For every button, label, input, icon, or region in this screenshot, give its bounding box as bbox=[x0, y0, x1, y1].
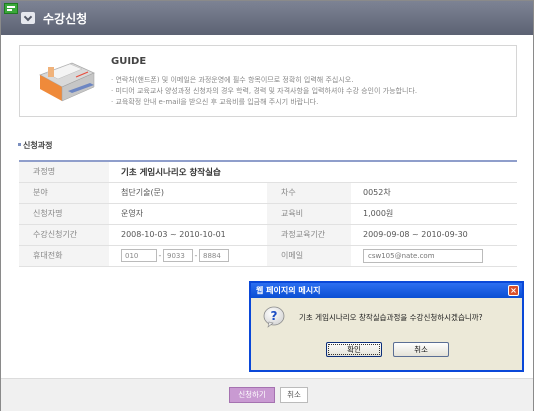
dialog-message: 기초 게임시나리오 창작실습과정을 수강신청하시겠습니까? bbox=[299, 313, 483, 322]
applicant-label: 신청자명 bbox=[19, 203, 109, 225]
question-icon: ? bbox=[263, 306, 285, 328]
close-icon[interactable]: × bbox=[508, 285, 519, 296]
phone-label: 휴대전화 bbox=[19, 245, 109, 267]
course-name: 기초 게임시나리오 창작실습 bbox=[121, 167, 221, 178]
apply-period-label: 수강신청기간 bbox=[19, 224, 109, 246]
phone-input-2[interactable]: 9033 bbox=[163, 249, 193, 262]
round-value: 0052차 bbox=[351, 182, 517, 204]
field-value: 첨단기술(문) bbox=[109, 182, 267, 204]
ie-green-page-icon bbox=[4, 3, 18, 14]
course-period-value: 2009-09-08 ~ 2010-09-30 bbox=[351, 224, 517, 246]
applicant-value: 운영자 bbox=[109, 203, 267, 225]
phone-field: 010-9033-8884 bbox=[109, 245, 267, 267]
course-label: 과정명 bbox=[19, 161, 109, 183]
chevron-down-icon bbox=[21, 12, 35, 24]
fee-label: 교육비 bbox=[267, 203, 351, 225]
application-form-table: 과정명 기초 게임시나리오 창작실습 분야 첨단기술(문) 차수 0052차 신… bbox=[19, 160, 517, 267]
round-label: 차수 bbox=[267, 182, 351, 204]
document-stack-icon bbox=[39, 62, 95, 102]
table-row: 신청자명 운영자 교육비 1,000원 bbox=[19, 203, 517, 225]
table-row: 휴대전화 010-9033-8884 이메일 csw105@nate.com bbox=[19, 245, 517, 267]
guide-box: GUIDE · 연락처(핸드폰) 및 이메일은 과정운영에 필수 항목이므로 정… bbox=[19, 45, 517, 117]
section-title: 신청과정 bbox=[23, 141, 53, 150]
course-value: 기초 게임시나리오 창작실습 bbox=[109, 161, 517, 183]
phone-input-3[interactable]: 8884 bbox=[199, 249, 229, 262]
course-period-label: 과정교육기간 bbox=[267, 224, 351, 246]
section-bullet-icon bbox=[18, 143, 21, 146]
email-label: 이메일 bbox=[267, 245, 351, 267]
phone-input-1[interactable]: 010 bbox=[121, 249, 157, 262]
browser-window: 수강신청 GUIDE · 연락처(핸드폰) 및 이메일은 과정운영에 필수 항목… bbox=[0, 0, 534, 411]
dialog-cancel-button[interactable]: 취소 bbox=[393, 342, 449, 357]
table-row: 수강신청기간 2008-10-03 ~ 2010-10-01 과정교육기간 20… bbox=[19, 224, 517, 246]
guide-title: GUIDE bbox=[111, 56, 147, 67]
svg-text:?: ? bbox=[271, 309, 278, 323]
guide-line: · 연락처(핸드폰) 및 이메일은 과정운영에 필수 항목이므로 정확히 입력해… bbox=[111, 76, 354, 84]
guide-line: · 교육확정 안내 e-mail을 받으신 후 교육비를 입금해 주시기 바랍니… bbox=[111, 98, 319, 106]
field-label: 분야 bbox=[19, 182, 109, 204]
table-row: 과정명 기초 게임시나리오 창작실습 bbox=[19, 161, 517, 183]
email-field: csw105@nate.com bbox=[351, 245, 517, 267]
apply-period-value: 2008-10-03 ~ 2010-10-01 bbox=[109, 224, 267, 246]
email-input[interactable]: csw105@nate.com bbox=[363, 248, 483, 263]
ok-button[interactable]: 확인 bbox=[326, 342, 382, 357]
guide-line: · 미디어 교육교사 양성과정 신청자의 경우 학력, 경력 및 자격사항을 입… bbox=[111, 87, 418, 95]
dialog-titlebar: 웹 페이지의 메시지 × bbox=[251, 283, 522, 298]
dialog-title: 웹 페이지의 메시지 bbox=[256, 286, 321, 295]
fee-value: 1,000원 bbox=[351, 203, 517, 225]
cancel-button[interactable]: 취소 bbox=[280, 387, 308, 403]
page-title: 수강신청 bbox=[43, 12, 88, 26]
apply-button[interactable]: 신청하기 bbox=[229, 387, 275, 403]
table-row: 분야 첨단기술(문) 차수 0052차 bbox=[19, 182, 517, 204]
page-header: 수강신청 bbox=[1, 1, 533, 35]
confirm-dialog: 웹 페이지의 메시지 × ? 기초 게임시나리오 창작실습과정을 수강신청하시겠… bbox=[249, 281, 524, 372]
